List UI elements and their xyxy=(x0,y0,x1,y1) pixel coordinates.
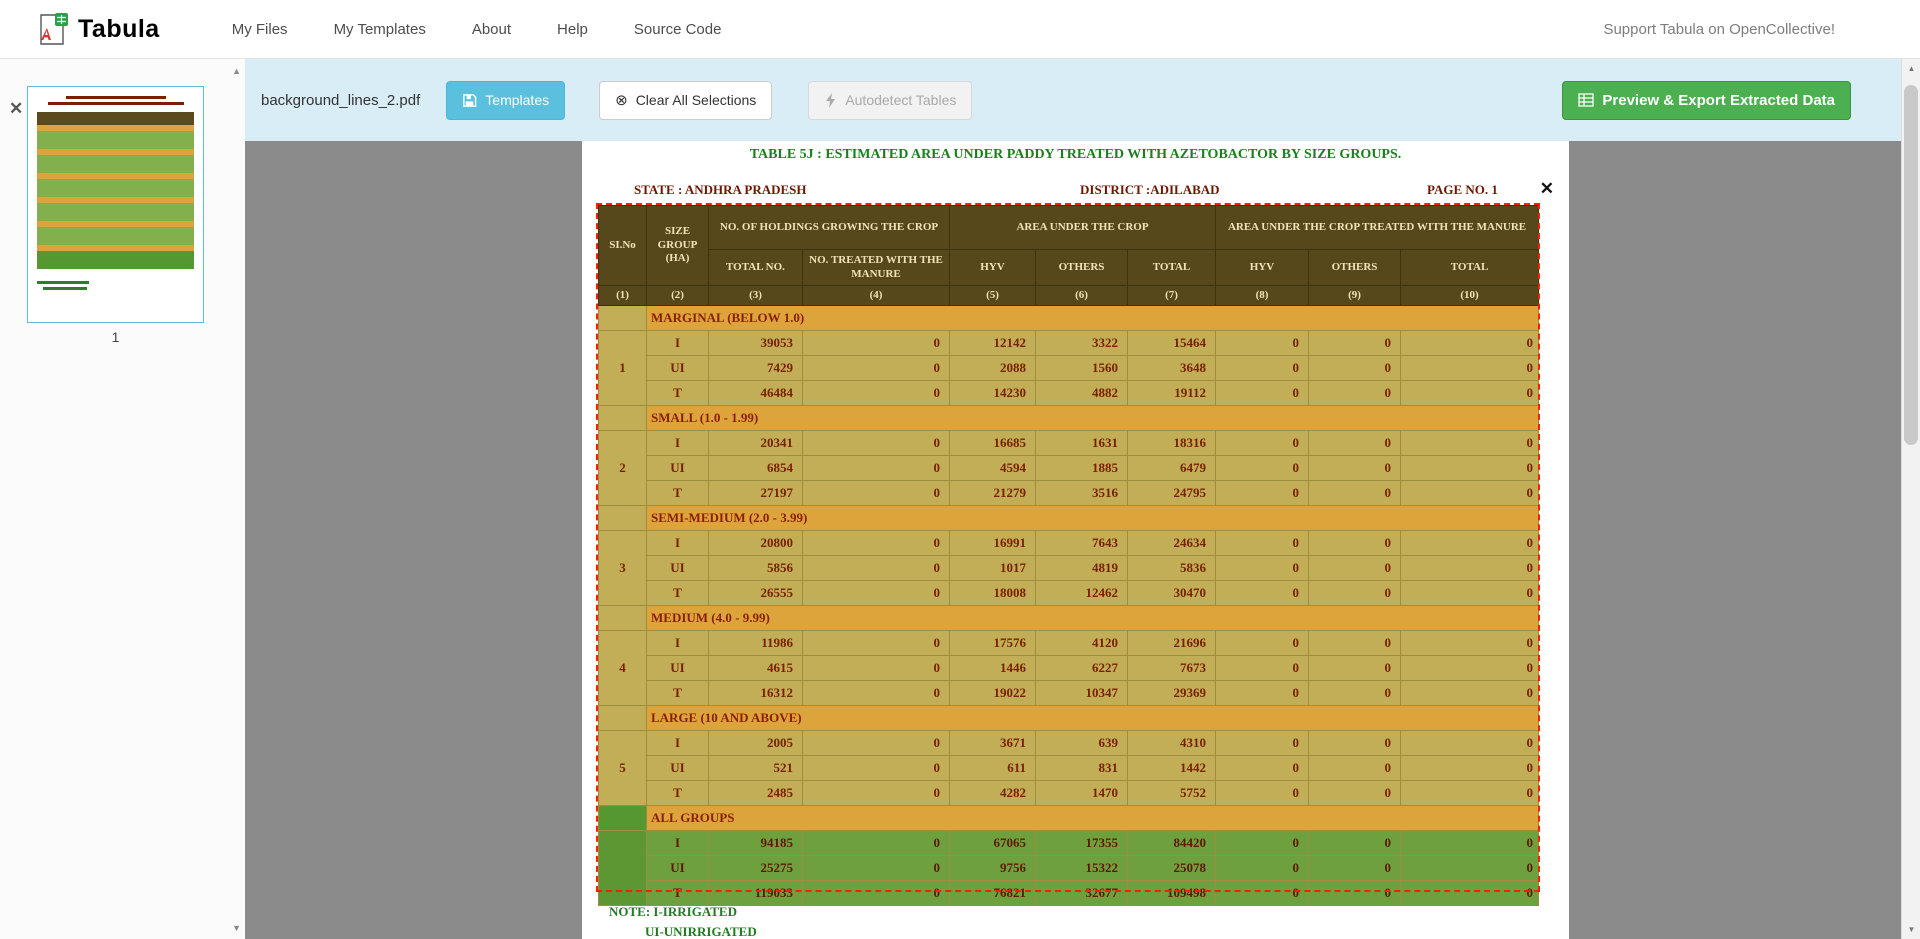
thumbnail-table xyxy=(37,112,194,269)
thumbnail-page-number: 1 xyxy=(27,329,204,345)
thumb-title-line xyxy=(66,96,166,99)
support-link[interactable]: Support Tabula on OpenCollective! xyxy=(1603,21,1835,38)
nav-links: My Files My Templates About Help Source … xyxy=(232,21,722,38)
nav-source-code[interactable]: Source Code xyxy=(634,21,722,38)
top-navbar: Tabula My Files My Templates About Help … xyxy=(0,0,1920,59)
thumb-note-line xyxy=(37,281,89,284)
autodetect-tables-button[interactable]: Autodetect Tables xyxy=(808,81,972,120)
nav-my-files[interactable]: My Files xyxy=(232,21,288,38)
nav-my-templates[interactable]: My Templates xyxy=(334,21,426,38)
thumb-table-header xyxy=(37,112,194,125)
clear-selections-icon: ⊗ xyxy=(615,93,628,108)
autodetect-button-label: Autodetect Tables xyxy=(845,92,956,108)
thumb-title-line xyxy=(48,102,184,105)
pdf-state-label: STATE : ANDHRA PRADESH xyxy=(634,182,807,198)
thumb-row xyxy=(37,263,194,269)
vertical-scrollbar[interactable]: ▲ ▼ xyxy=(1901,59,1920,939)
sidebar-scroll-up-icon[interactable]: ▲ xyxy=(232,66,241,76)
remove-selection-icon[interactable]: ✕ xyxy=(1540,179,1554,199)
scrollbar-up-icon[interactable]: ▲ xyxy=(1902,59,1920,78)
thumb-note-line xyxy=(43,287,87,290)
templates-button-label: Templates xyxy=(485,92,549,108)
table-export-icon xyxy=(1578,93,1594,107)
table-selection-box[interactable]: ✕ xyxy=(596,203,1540,892)
remove-page-icon[interactable]: ✕ xyxy=(9,99,23,119)
pdf-table-title: TABLE 5J : ESTIMATED AREA UNDER PADDY TR… xyxy=(582,147,1569,163)
pdf-note-line2: UI-UNIRRIGATED xyxy=(645,924,757,939)
pdf-viewport[interactable]: TABLE 5J : ESTIMATED AREA UNDER PADDY TR… xyxy=(245,141,1901,939)
clear-all-selections-button[interactable]: ⊗ Clear All Selections xyxy=(599,81,772,120)
toolbar: background_lines_2.pdf Templates ⊗ Clear… xyxy=(245,59,1901,141)
templates-button[interactable]: Templates xyxy=(446,81,565,120)
export-button-label: Preview & Export Extracted Data xyxy=(1602,92,1835,109)
page-thumbnail[interactable] xyxy=(27,86,204,323)
tabula-logo-icon xyxy=(38,13,68,46)
nav-help[interactable]: Help xyxy=(557,21,588,38)
brand[interactable]: Tabula xyxy=(38,13,160,46)
lightning-icon xyxy=(824,93,837,108)
preview-export-button[interactable]: Preview & Export Extracted Data xyxy=(1562,81,1851,120)
sidebar-scroll-down-icon[interactable]: ▼ xyxy=(232,923,241,933)
current-filename: background_lines_2.pdf xyxy=(261,92,420,109)
page-sidebar: ✕ 1 ▲ ▼ xyxy=(0,59,245,939)
pdf-page[interactable]: TABLE 5J : ESTIMATED AREA UNDER PADDY TR… xyxy=(582,141,1569,939)
clear-button-label: Clear All Selections xyxy=(636,92,757,108)
pdf-district-label: DISTRICT :ADILABAD xyxy=(1080,182,1220,198)
nav-about[interactable]: About xyxy=(472,21,511,38)
scrollbar-down-icon[interactable]: ▼ xyxy=(1902,920,1920,939)
scrollbar-thumb[interactable] xyxy=(1904,85,1918,445)
brand-name: Tabula xyxy=(78,15,160,44)
pdf-pageno-label: PAGE NO. 1 xyxy=(1427,182,1498,198)
save-template-icon xyxy=(462,93,477,108)
pdf-note-line1: NOTE: I-IRRIGATED xyxy=(609,904,737,920)
